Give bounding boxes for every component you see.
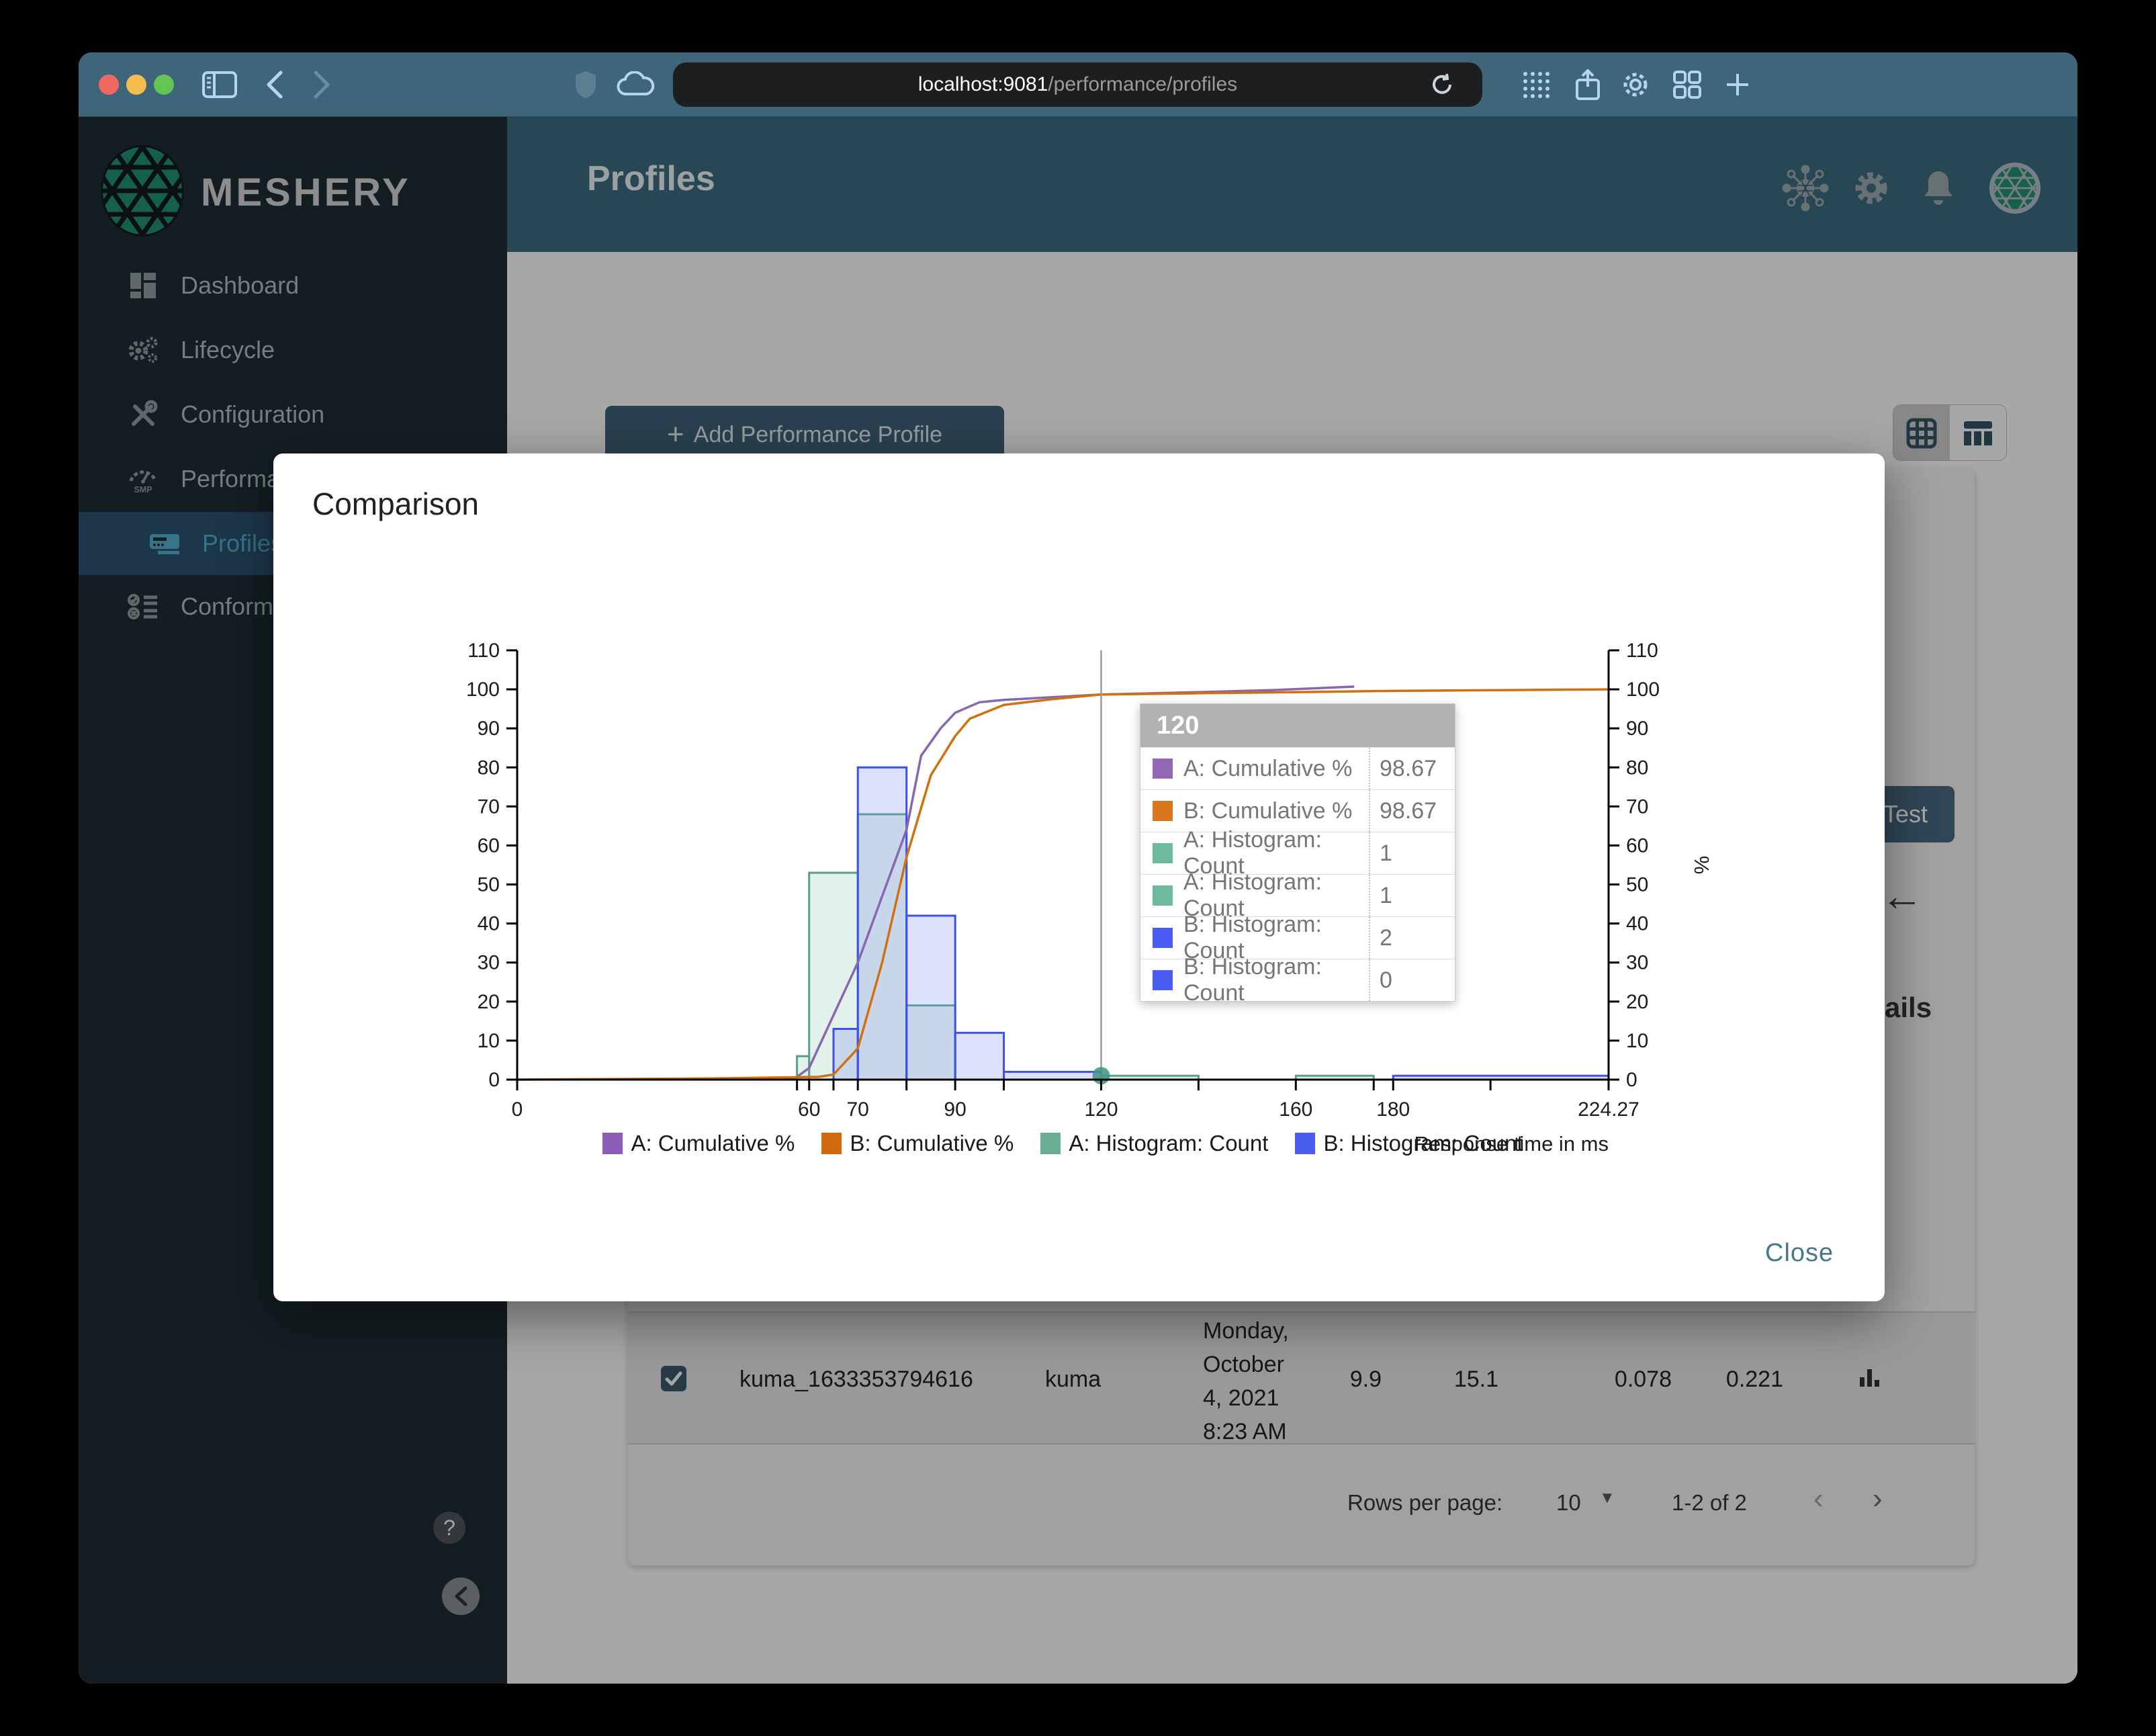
browser-toolbar: localhost:9081/performance/profiles [79, 52, 2077, 117]
browser-window: localhost:9081/performance/profiles MESH… [79, 52, 2077, 1684]
tooltip-row-0: A: Cumulative % 98.67 [1140, 747, 1455, 789]
svg-text:60: 60 [478, 834, 500, 857]
tooltip-series-label: A: Cumulative % [1183, 755, 1353, 781]
svg-text:10: 10 [478, 1030, 500, 1052]
back-icon[interactable] [255, 64, 295, 105]
svg-text:180: 180 [1376, 1098, 1410, 1121]
legend-swatch-icon [1040, 1133, 1061, 1154]
chart-tooltip: 120 A: Cumulative % 98.67 B: Cumulative % 9… [1140, 703, 1455, 1006]
legend-label: B: Histogram: Count [1323, 1131, 1523, 1156]
svg-text:90: 90 [944, 1098, 966, 1121]
tooltip-row-5: B: Histogram: Count 0 [1140, 954, 1455, 1006]
comparison-dialog: Comparison 0 0 10 10 20 20 30 30 40 40 50 50 60 60 70 7… [273, 453, 1885, 1301]
zoom-window-button[interactable] [154, 75, 174, 95]
tooltip-series-label: B: Histogram: Count [1183, 954, 1322, 1006]
svg-text:80: 80 [1626, 756, 1648, 779]
address-bar[interactable]: localhost:9081/performance/profiles [673, 62, 1482, 107]
svg-text:30: 30 [1626, 952, 1648, 974]
minimize-window-button[interactable] [126, 75, 146, 95]
extensions-grid-icon[interactable] [1516, 64, 1556, 105]
legend-swatch-icon [602, 1133, 623, 1154]
tooltip-value: 98.67 [1369, 790, 1455, 832]
svg-text:70: 70 [1626, 795, 1648, 818]
close-button[interactable]: Close [1761, 1238, 1838, 1268]
svg-text:100: 100 [1626, 679, 1660, 701]
cloud-icon[interactable] [616, 64, 656, 105]
svg-text:110: 110 [467, 640, 500, 662]
svg-text:120: 120 [1084, 1098, 1118, 1121]
legend-item-3[interactable]: B: Histogram: Count [1295, 1131, 1523, 1156]
histogram-bar-1 [856, 766, 908, 1081]
forward-icon[interactable] [302, 64, 342, 105]
tooltip-series-label: B: Cumulative % [1183, 797, 1353, 824]
tooltip-value: 2 [1369, 917, 1455, 959]
svg-text:0: 0 [512, 1098, 523, 1121]
y-axis-right-label: % [1690, 856, 1713, 875]
svg-text:80: 80 [478, 756, 500, 779]
legend-label: A: Cumulative % [631, 1131, 795, 1156]
legend-swatch-icon [821, 1133, 842, 1154]
svg-text:50: 50 [478, 874, 500, 896]
svg-text:40: 40 [478, 913, 500, 935]
tooltip-swatch-icon [1153, 928, 1173, 948]
new-tab-icon[interactable] [1717, 64, 1758, 105]
privacy-shield-icon[interactable] [566, 64, 606, 105]
tooltip-value: 1 [1369, 832, 1455, 874]
svg-text:70: 70 [478, 795, 500, 818]
svg-text:50: 50 [1626, 874, 1648, 896]
svg-text:160: 160 [1279, 1098, 1312, 1121]
close-window-button[interactable] [99, 75, 119, 95]
histogram-bar-1 [954, 1031, 1005, 1081]
chart-legend: A: Cumulative % B: Cumulative % A: Histogr… [517, 1131, 1609, 1156]
svg-text:30: 30 [478, 952, 500, 974]
svg-text:40: 40 [1626, 913, 1648, 935]
histogram-bar-1 [1003, 1070, 1102, 1081]
tooltip-row-1: B: Cumulative % 98.67 [1140, 789, 1455, 832]
tooltip-row-2: A: Histogram: Count 1 [1140, 827, 1455, 879]
svg-text:110: 110 [1626, 640, 1658, 662]
tooltip-row-4: B: Histogram: Count 2 [1140, 912, 1455, 963]
url-path: /performance/profiles [1048, 73, 1238, 95]
histogram-bar-1 [905, 914, 956, 1081]
tooltip-swatch-icon [1153, 885, 1173, 906]
legend-item-2[interactable]: A: Histogram: Count [1040, 1131, 1268, 1156]
svg-text:100: 100 [466, 679, 500, 701]
svg-text:224.27: 224.27 [1578, 1098, 1640, 1121]
settings-gear-icon[interactable] [1615, 64, 1656, 105]
url-host: localhost:9081 [917, 73, 1048, 95]
tooltip-row-3: A: Histogram: Count 1 [1140, 869, 1455, 921]
tooltip-swatch-icon [1153, 801, 1173, 821]
svg-text:90: 90 [478, 718, 500, 740]
tooltip-swatch-icon [1153, 758, 1173, 779]
legend-label: A: Histogram: Count [1069, 1131, 1269, 1156]
svg-text:0: 0 [1626, 1069, 1637, 1091]
screenshot-root: localhost:9081/performance/profiles MESH… [0, 0, 2156, 1736]
svg-text:0: 0 [488, 1069, 500, 1091]
tooltip-value: 1 [1369, 875, 1455, 916]
svg-text:10: 10 [1626, 1030, 1648, 1052]
tooltip-swatch-icon [1153, 843, 1173, 863]
legend-swatch-icon [1295, 1133, 1316, 1154]
svg-text:20: 20 [478, 991, 500, 1013]
svg-text:60: 60 [1626, 834, 1648, 857]
tooltip-value: 98.67 [1369, 748, 1455, 789]
tooltip-value: 0 [1369, 959, 1455, 1001]
legend-item-0[interactable]: A: Cumulative % [602, 1131, 795, 1156]
tooltip-header: 120 [1140, 704, 1455, 747]
svg-text:70: 70 [847, 1098, 869, 1121]
legend-label: B: Cumulative % [850, 1131, 1014, 1156]
sidebar-toggle-icon[interactable] [199, 64, 240, 105]
svg-text:60: 60 [798, 1098, 820, 1121]
comparison-chart: 0 010 1020 2030 3040 4050 5060 6070 7080 8090 9010… [466, 640, 1713, 1156]
svg-text:20: 20 [1626, 991, 1648, 1013]
tooltip-swatch-icon [1153, 970, 1173, 990]
share-icon[interactable] [1568, 64, 1608, 105]
legend-item-1[interactable]: B: Cumulative % [821, 1131, 1014, 1156]
reload-icon[interactable] [1422, 64, 1462, 105]
tab-overview-icon[interactable] [1667, 64, 1707, 105]
svg-text:90: 90 [1626, 718, 1648, 740]
